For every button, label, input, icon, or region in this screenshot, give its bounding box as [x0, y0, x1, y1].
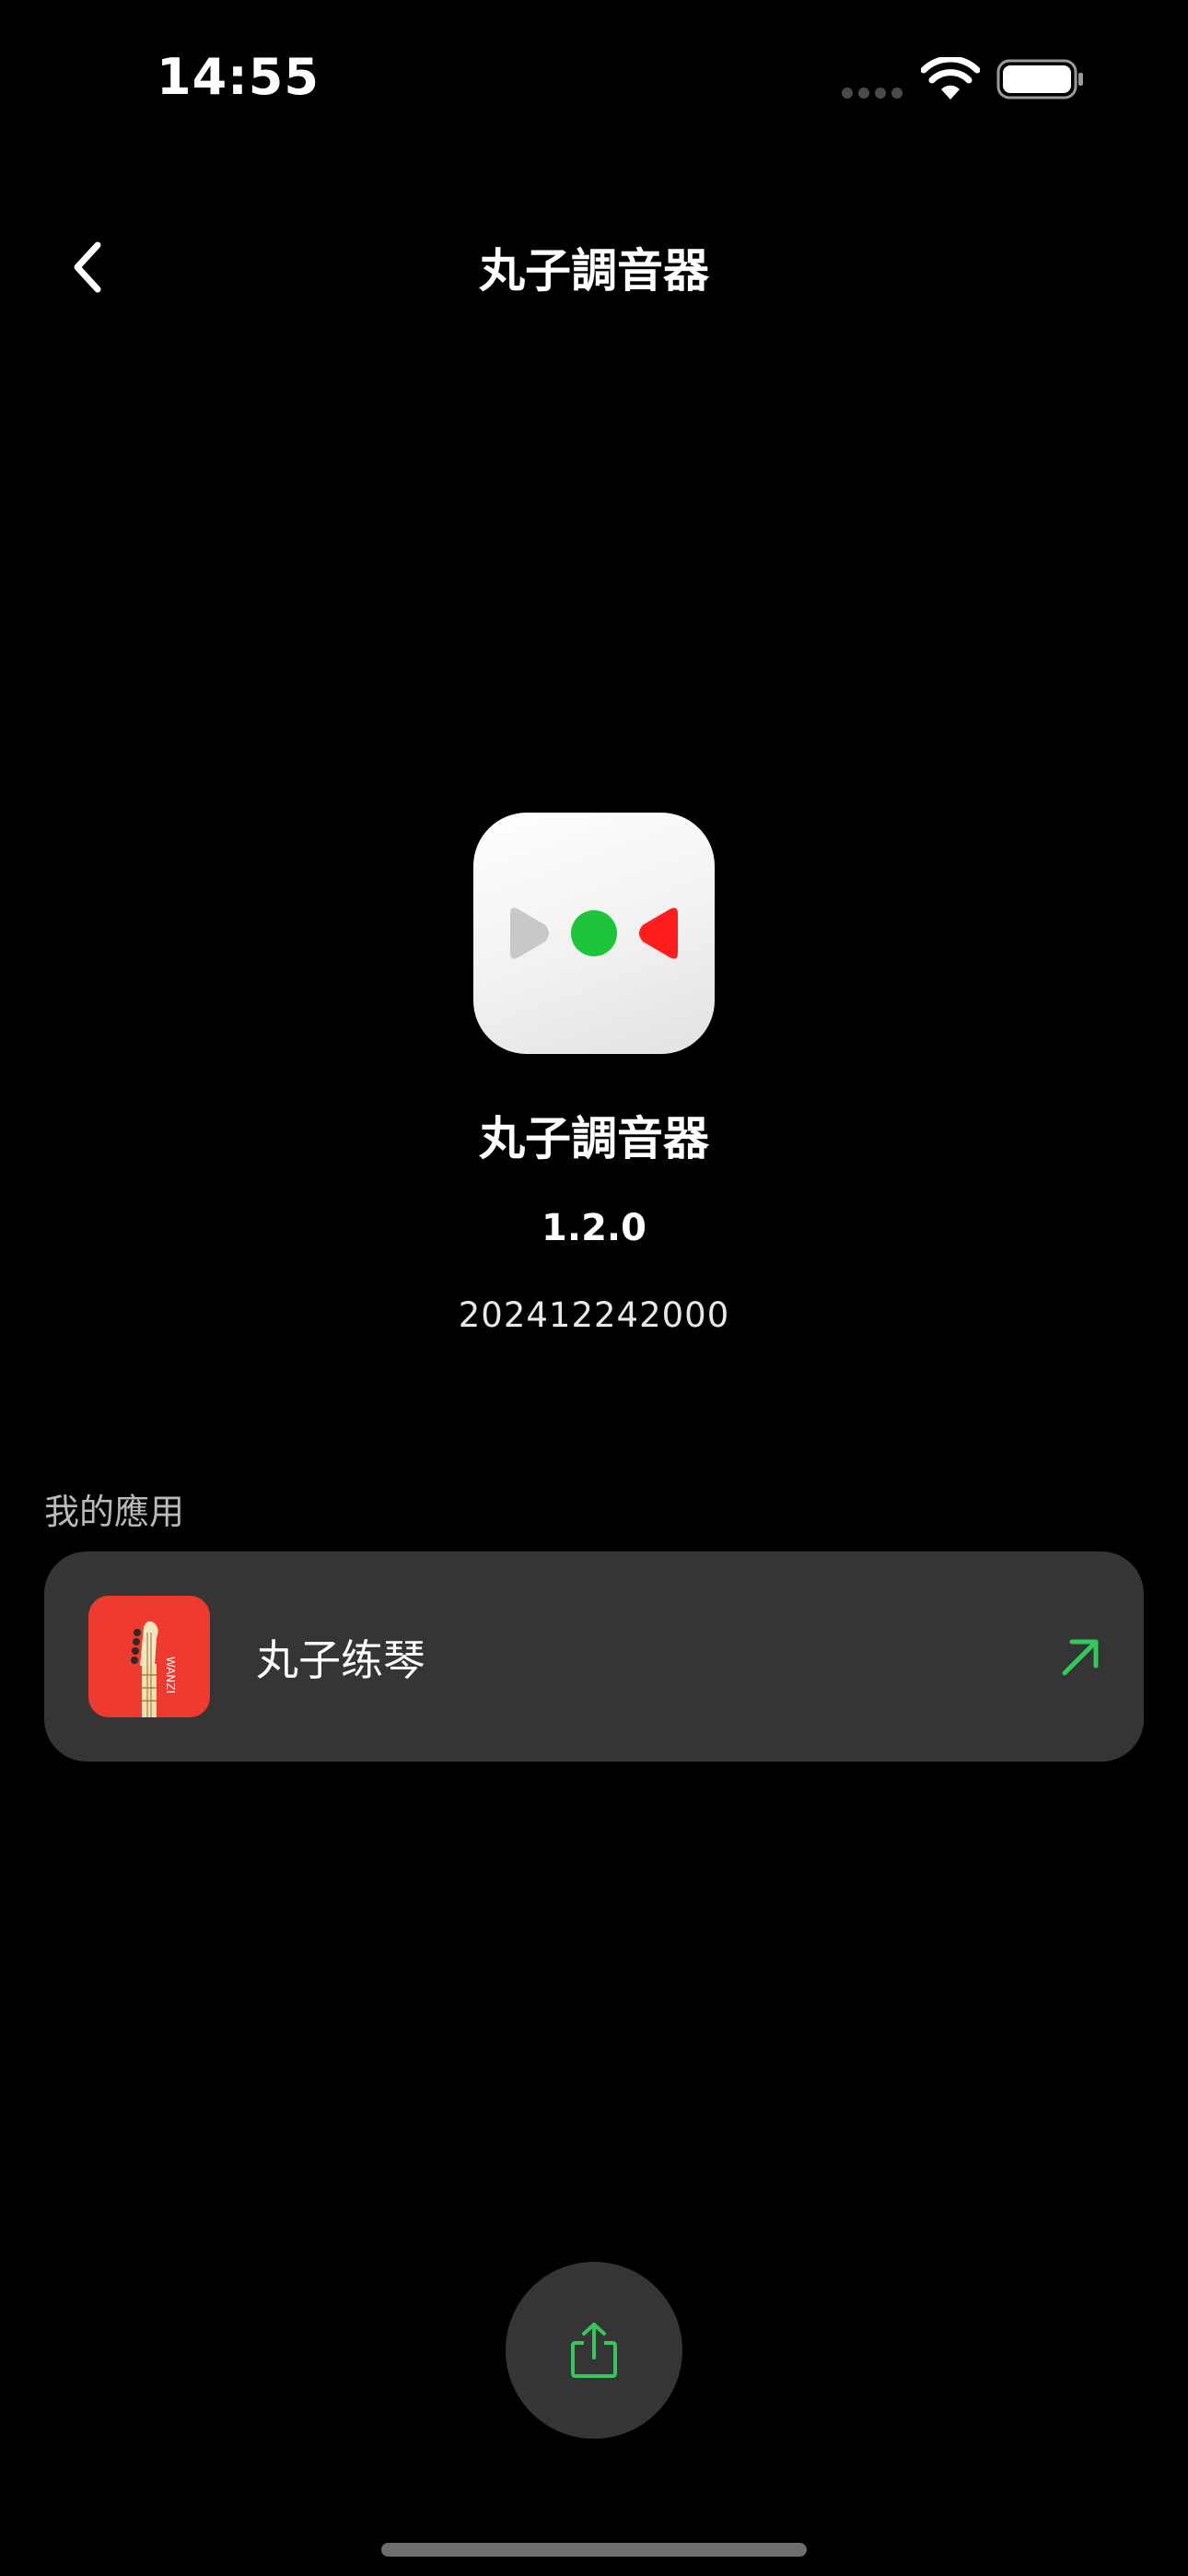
app-version: 1.2.0	[542, 1207, 646, 1249]
wifi-icon	[921, 57, 980, 100]
arrow-up-right-icon	[1062, 1639, 1099, 1676]
app-icon-wordmark: WANZI	[164, 1657, 177, 1694]
app-name: 丸子調音器	[479, 1112, 709, 1165]
share-icon	[571, 2323, 617, 2378]
section-title-my-apps: 我的應用	[44, 1492, 185, 1532]
battery-icon	[996, 59, 1083, 100]
app-build-number: 202412242000	[458, 1295, 730, 1335]
guitar-headstock-app-icon: WANZI	[88, 1596, 210, 1717]
my-app-label: 丸子练琴	[256, 1635, 425, 1685]
status-time: 14:55	[157, 48, 320, 106]
signal-icon	[842, 88, 906, 99]
my-app-item[interactable]: WANZI 丸子练琴	[44, 1551, 1144, 1762]
share-button[interactable]	[506, 2262, 682, 2439]
page-title: 丸子調音器	[479, 244, 709, 298]
tuner-app-icon	[473, 813, 715, 1054]
home-indicator	[381, 2543, 807, 2557]
